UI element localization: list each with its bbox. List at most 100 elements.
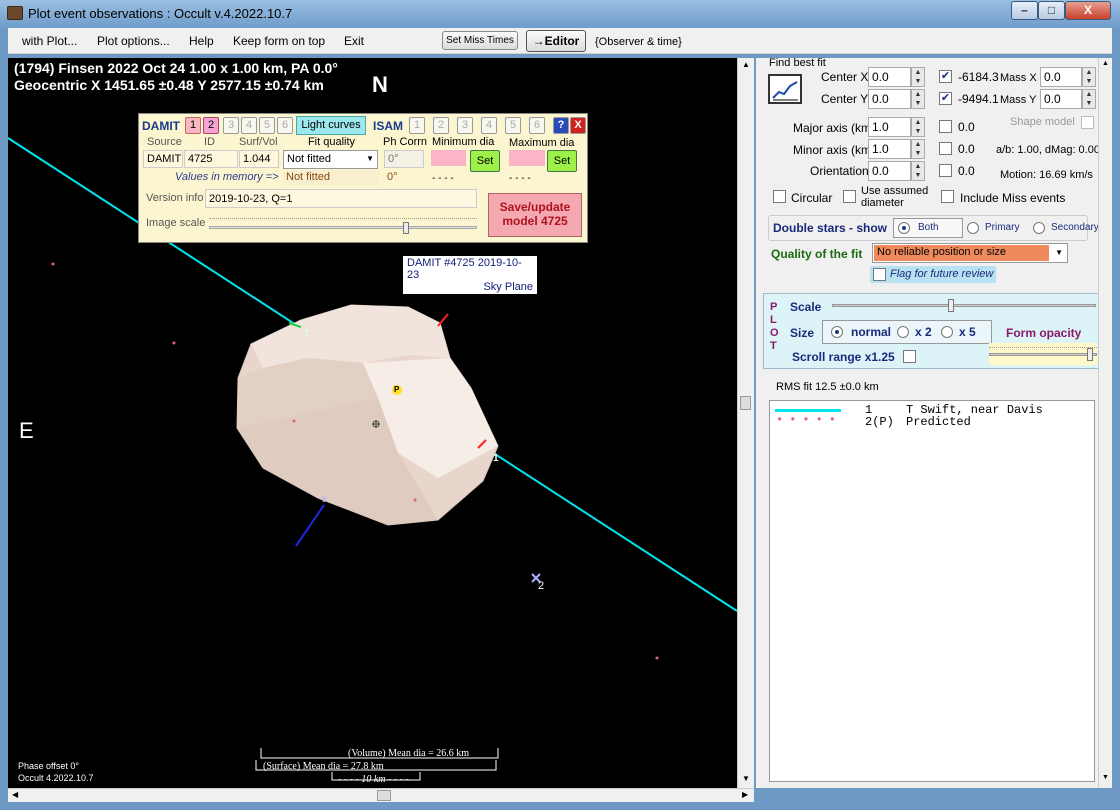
form-opacity-thumb[interactable]	[1087, 348, 1093, 361]
major-axis-input[interactable]: 1.0	[868, 117, 911, 137]
phcorrn-field[interactable]: 0°	[384, 150, 424, 168]
form-opacity-slider[interactable]	[989, 343, 1097, 365]
help-icon[interactable]: ?	[553, 117, 569, 134]
orientation-fit: 0.0	[958, 164, 975, 178]
image-scale-thumb[interactable]	[403, 222, 409, 234]
horizontal-scrollbar[interactable]: ◀ ▶	[8, 788, 754, 802]
mass-y-spinner[interactable]: ▲ ▼	[1082, 89, 1096, 109]
isam-tab-3[interactable]: 3	[457, 117, 473, 134]
center-x-spinner[interactable]: ▲ ▼	[911, 67, 925, 87]
light-curves-button[interactable]: Light curves	[296, 116, 366, 135]
isam-tab-2[interactable]: 2	[433, 117, 449, 134]
center-y-spinner[interactable]: ▲ ▼	[911, 89, 925, 109]
damit-tab-5[interactable]: 5	[259, 117, 275, 134]
surfvol-field: 1.044	[239, 150, 279, 168]
damit-close-button[interactable]: X	[570, 117, 586, 134]
menu-exit[interactable]: Exit	[344, 34, 364, 48]
set-max-dia-button[interactable]: Set	[547, 150, 577, 172]
center-x-checkbox[interactable]: ✔	[939, 70, 952, 83]
shape-model-checkbox[interactable]	[1081, 116, 1094, 129]
horizontal-scroll-thumb[interactable]	[377, 790, 391, 801]
orientation-spinner[interactable]: ▲ ▼	[911, 161, 925, 181]
damit-tab-4[interactable]: 4	[241, 117, 257, 134]
use-assumed-checkbox[interactable]	[843, 190, 856, 203]
minor-axis-checkbox[interactable]	[939, 142, 952, 155]
ds-both-option[interactable]: Both	[893, 218, 963, 238]
flag-review-checkbox[interactable]	[873, 268, 886, 281]
version-info-field[interactable]: 2019-10-23, Q=1	[205, 189, 477, 208]
quality-select[interactable]: No reliable position or size ▼	[872, 243, 1068, 263]
set-miss-times-button[interactable]: Set Miss Times	[442, 31, 518, 50]
legend-line-chord	[775, 409, 841, 412]
scroll-down-icon[interactable]: ▼	[742, 774, 750, 783]
mass-x-input[interactable]: 0.0	[1040, 67, 1082, 87]
damit-tab-6[interactable]: 6	[277, 117, 293, 134]
menu-keep-on-top[interactable]: Keep form on top	[233, 34, 325, 48]
find-best-fit-button[interactable]	[768, 74, 802, 104]
panel-scroll-up-icon[interactable]: ▲	[1102, 60, 1109, 67]
center-x-input[interactable]: 0.0	[868, 67, 911, 87]
vertical-scrollbar[interactable]: ▲ ▼	[737, 58, 754, 788]
menu-plot-options[interactable]: Plot options...	[97, 34, 170, 48]
orientation-input[interactable]: 0.0	[868, 161, 911, 181]
fit-quality-select[interactable]: Not fitted ▼	[283, 150, 378, 169]
plot-header-line1: (1794) Finsen 2022 Oct 24 1.00 x 1.00 km…	[14, 60, 338, 76]
max-dia-field[interactable]	[509, 150, 545, 166]
size-normal-label: normal	[851, 325, 892, 339]
ds-secondary-radio[interactable]	[1033, 222, 1045, 234]
size-x2-radio[interactable]	[897, 326, 909, 338]
editor-button[interactable]: →Editor	[526, 30, 586, 52]
scroll-left-icon[interactable]: ◀	[12, 790, 18, 799]
damit-tab-3[interactable]: 3	[223, 117, 239, 134]
flag-review-box[interactable]: Flag for future review	[870, 266, 996, 283]
damit-tab-1[interactable]: 1	[185, 117, 201, 134]
fit-x-value: -6184.3	[958, 70, 999, 84]
scale-slider[interactable]	[832, 297, 1096, 315]
mass-y-label: Mass Y	[1000, 94, 1037, 106]
circular-checkbox[interactable]	[773, 190, 786, 203]
min-dia-field[interactable]	[431, 150, 466, 166]
isam-tab-6[interactable]: 6	[529, 117, 545, 134]
fit-quality-value: Not fitted	[287, 153, 332, 165]
minor-axis-label: Minor axis (km)	[793, 143, 876, 157]
set-min-dia-button[interactable]: Set	[470, 150, 500, 172]
include-miss-checkbox[interactable]	[941, 190, 954, 203]
major-axis-spinner[interactable]: ▲ ▼	[911, 117, 925, 137]
mass-y-input[interactable]: 0.0	[1040, 89, 1082, 109]
plot-letter-p: P	[770, 301, 778, 313]
isam-tab-1[interactable]: 1	[409, 117, 425, 134]
save-update-model-button[interactable]: Save/update model 4725	[488, 193, 582, 237]
isam-tab-4[interactable]: 4	[481, 117, 497, 134]
close-window-button[interactable]: X	[1065, 1, 1111, 20]
minor-axis-input[interactable]: 1.0	[868, 139, 911, 159]
size-normal-radio[interactable]	[831, 326, 843, 338]
panel-scroll-down-icon[interactable]: ▼	[1102, 774, 1109, 781]
scale-thumb[interactable]	[948, 299, 954, 312]
isam-tab-5[interactable]: 5	[505, 117, 521, 134]
orientation-checkbox[interactable]	[939, 164, 952, 177]
maximize-button[interactable]: □	[1038, 1, 1065, 20]
vertical-scroll-thumb[interactable]	[740, 396, 751, 410]
menu-help[interactable]: Help	[189, 34, 214, 48]
major-axis-checkbox[interactable]	[939, 120, 952, 133]
size-x5-radio[interactable]	[941, 326, 953, 338]
ds-both-radio[interactable]	[898, 222, 910, 234]
image-scale-slider[interactable]	[209, 214, 477, 236]
center-y-checkbox[interactable]: ✔	[939, 92, 952, 105]
red-tick-top	[437, 313, 449, 327]
center-y-input[interactable]: 0.0	[868, 89, 911, 109]
menu-with-plot[interactable]: with Plot...	[22, 34, 77, 48]
damit-tab-2[interactable]: 2	[203, 117, 219, 134]
plot-options-group: P L O T Scale Size normal x 2 x 5 Form o…	[763, 293, 1099, 369]
scroll-range-checkbox[interactable]	[903, 350, 916, 363]
panel-scrollbar[interactable]: ▲ ▼	[1098, 58, 1112, 788]
legend-dots-predicted: •••••	[776, 413, 843, 427]
mass-x-spinner[interactable]: ▲ ▼	[1082, 67, 1096, 87]
minimize-button[interactable]: –	[1011, 1, 1038, 20]
plot-letter-l: L	[770, 314, 777, 326]
minor-axis-fit: 0.0	[958, 142, 975, 156]
scroll-up-icon[interactable]: ▲	[742, 60, 750, 69]
minor-axis-spinner[interactable]: ▲ ▼	[911, 139, 925, 159]
scroll-right-icon[interactable]: ▶	[742, 790, 748, 799]
ds-primary-radio[interactable]	[967, 222, 979, 234]
